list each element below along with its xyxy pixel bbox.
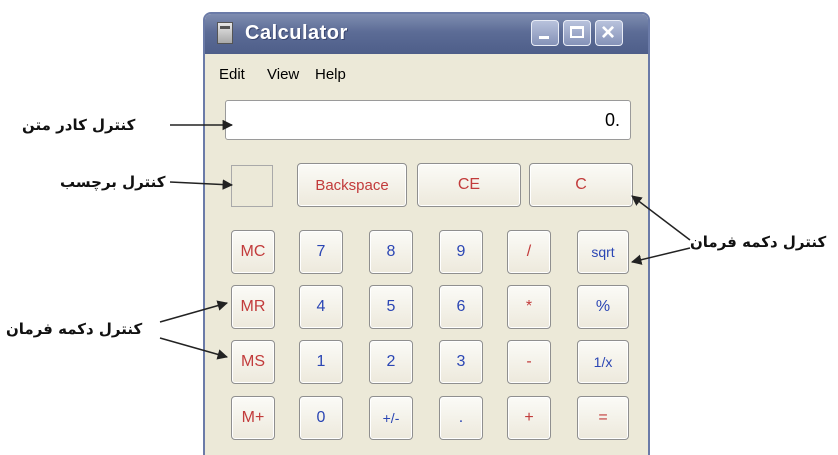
- multiply-button[interactable]: *: [507, 285, 551, 329]
- calculator-window: Calculator × Edit View Help 0. Backspace…: [203, 12, 650, 455]
- sqrt-button[interactable]: sqrt: [577, 230, 629, 274]
- calculator-app-icon: [217, 22, 233, 44]
- annotation-command-button-left: کنترل دکمه فرمان: [6, 320, 143, 338]
- digit-9-button[interactable]: 9: [439, 230, 483, 274]
- menu-edit[interactable]: Edit: [219, 66, 245, 83]
- annotation-command-button-right: کنترل دکمه فرمان: [690, 233, 827, 251]
- close-icon: ×: [601, 19, 616, 46]
- digit-4-button[interactable]: 4: [299, 285, 343, 329]
- menu-view[interactable]: View: [267, 66, 299, 83]
- sign-toggle-button[interactable]: +/-: [369, 396, 413, 440]
- window-title: Calculator: [245, 22, 348, 44]
- subtract-button[interactable]: -: [507, 340, 551, 384]
- memory-recall-button[interactable]: MR: [231, 285, 275, 329]
- memory-clear-button[interactable]: MC: [231, 230, 275, 274]
- digit-7-button[interactable]: 7: [299, 230, 343, 274]
- add-button[interactable]: +: [507, 396, 551, 440]
- percent-button[interactable]: %: [577, 285, 629, 329]
- menu-bar: Edit View Help: [205, 66, 648, 88]
- minimize-button[interactable]: [531, 20, 559, 46]
- clear-button[interactable]: C: [529, 163, 633, 207]
- maximize-button[interactable]: [563, 20, 591, 46]
- digit-8-button[interactable]: 8: [369, 230, 413, 274]
- backspace-button[interactable]: Backspace: [297, 163, 407, 207]
- menu-help[interactable]: Help: [315, 66, 346, 83]
- memory-store-button[interactable]: MS: [231, 340, 275, 384]
- annotation-label-control: کنترل برچسب: [60, 173, 166, 191]
- result-display[interactable]: 0.: [225, 100, 631, 140]
- digit-0-button[interactable]: 0: [299, 396, 343, 440]
- title-bar[interactable]: Calculator ×: [205, 14, 648, 54]
- digit-1-button[interactable]: 1: [299, 340, 343, 384]
- memory-add-button[interactable]: M+: [231, 396, 275, 440]
- annotation-textbox-control: کنترل کادر متن: [22, 116, 136, 134]
- digit-2-button[interactable]: 2: [369, 340, 413, 384]
- equals-button[interactable]: =: [577, 396, 629, 440]
- close-button[interactable]: ×: [595, 19, 623, 46]
- clear-entry-button[interactable]: CE: [417, 163, 521, 207]
- reciprocal-button[interactable]: 1/x: [577, 340, 629, 384]
- digit-5-button[interactable]: 5: [369, 285, 413, 329]
- digit-3-button[interactable]: 3: [439, 340, 483, 384]
- decimal-point-button[interactable]: .: [439, 396, 483, 440]
- divide-button[interactable]: /: [507, 230, 551, 274]
- digit-6-button[interactable]: 6: [439, 285, 483, 329]
- memory-indicator-label: [231, 165, 273, 207]
